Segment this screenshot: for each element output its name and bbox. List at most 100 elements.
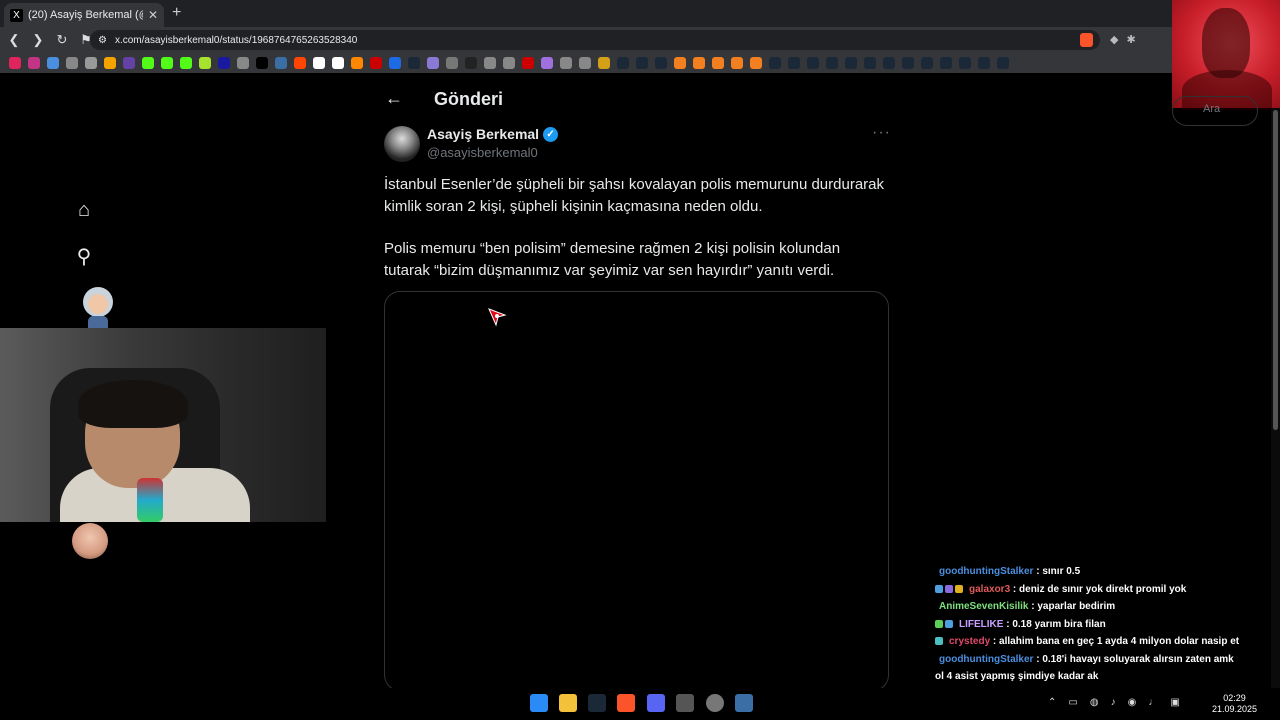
bookmark-favicon-icon[interactable] xyxy=(712,57,724,69)
obs-icon[interactable] xyxy=(706,694,724,712)
network-icon[interactable]: ▣ xyxy=(1170,697,1179,708)
bookmark-favicon-icon[interactable] xyxy=(655,57,667,69)
bookmark-favicon-icon[interactable] xyxy=(503,57,515,69)
chat-username[interactable]: AnimeSevenKisilik xyxy=(939,601,1028,612)
more-options-icon[interactable]: ··· xyxy=(872,124,891,142)
verified-badge-icon: ✓ xyxy=(543,126,559,142)
bookmark-favicon-icon[interactable] xyxy=(142,57,154,69)
bookmark-favicon-icon[interactable] xyxy=(959,57,971,69)
bookmark-favicon-icon[interactable] xyxy=(921,57,933,69)
bookmark-favicon-icon[interactable] xyxy=(199,57,211,69)
bookmark-favicon-icon[interactable] xyxy=(446,57,458,69)
bookmark-favicon-icon[interactable] xyxy=(256,57,268,69)
bookmark-favicon-icon[interactable] xyxy=(9,57,21,69)
bookmark-favicon-icon[interactable] xyxy=(940,57,952,69)
bookmark-favicon-icon[interactable] xyxy=(845,57,857,69)
chat-username[interactable]: goodhuntingStalker xyxy=(939,654,1033,665)
bookmark-favicon-icon[interactable] xyxy=(370,57,382,69)
bookmark-favicon-icon[interactable] xyxy=(484,57,496,69)
bookmark-favicon-icon[interactable] xyxy=(123,57,135,69)
bookmark-favicon-icon[interactable] xyxy=(161,57,173,69)
bookmark-favicon-icon[interactable] xyxy=(275,57,287,69)
url-bar[interactable]: ⚙ x.com/asayisberkemal0/status/196876476… xyxy=(90,30,1100,50)
home-icon[interactable]: ⌂ xyxy=(72,199,96,223)
bookmark-favicon-icon[interactable] xyxy=(28,57,40,69)
reload-icon[interactable]: ↻ xyxy=(52,32,72,48)
bookmark-favicon-icon[interactable] xyxy=(731,57,743,69)
bookmark-favicon-icon[interactable] xyxy=(465,57,477,69)
bookmark-favicon-icon[interactable] xyxy=(408,57,420,69)
browser-tab-active[interactable]: X (20) Asayiş Berkemal (@asayi ✕ xyxy=(4,3,164,27)
bookmark-favicon-icon[interactable] xyxy=(864,57,876,69)
bookmark-favicon-icon[interactable] xyxy=(427,57,439,69)
bookmark-favicon-icon[interactable] xyxy=(560,57,572,69)
chat-username[interactable]: goodhuntingStalker xyxy=(939,566,1033,577)
tweet-video[interactable] xyxy=(384,291,889,691)
author-avatar[interactable] xyxy=(384,126,420,162)
tray-app-icon[interactable]: ◍ xyxy=(1090,697,1099,708)
back-arrow-icon[interactable]: ❮ xyxy=(4,32,24,48)
bookmark-favicon-icon[interactable] xyxy=(788,57,800,69)
bookmark-favicon-icon[interactable] xyxy=(598,57,610,69)
bookmark-favicon-icon[interactable] xyxy=(541,57,553,69)
bookmark-favicon-icon[interactable] xyxy=(997,57,1009,69)
extension-icon[interactable]: ✱ xyxy=(1126,33,1135,46)
chat-username[interactable]: crystedy xyxy=(949,636,990,647)
forward-arrow-icon[interactable]: ❯ xyxy=(28,32,48,48)
search-input[interactable]: Ara xyxy=(1172,96,1258,126)
author-name-text: Asayiş Berkemal xyxy=(427,126,540,142)
bookmark-favicon-icon[interactable] xyxy=(636,57,648,69)
steam-tray-icon[interactable]: ◉ xyxy=(1128,697,1137,708)
bookmark-favicon-icon[interactable] xyxy=(674,57,686,69)
bookmark-favicon-icon[interactable] xyxy=(883,57,895,69)
bookmark-favicon-icon[interactable] xyxy=(617,57,629,69)
back-arrow-icon[interactable]: ← xyxy=(383,88,405,110)
app-icon[interactable] xyxy=(735,694,753,712)
bookmark-favicon-icon[interactable] xyxy=(826,57,838,69)
discord-icon[interactable] xyxy=(647,694,665,712)
overlay-portrait-image xyxy=(1172,0,1280,110)
bookmark-favicon-icon[interactable] xyxy=(313,57,325,69)
brave-shield-icon[interactable] xyxy=(1080,33,1093,47)
bookmark-favicon-icon[interactable] xyxy=(389,57,401,69)
tray-app-icon[interactable]: ▭ xyxy=(1068,697,1077,708)
bookmark-favicon-icon[interactable] xyxy=(47,57,59,69)
bookmark-favicon-icon[interactable] xyxy=(902,57,914,69)
bookmark-favicon-icon[interactable] xyxy=(807,57,819,69)
bookmark-favicon-icon[interactable] xyxy=(294,57,306,69)
new-tab-button[interactable]: + xyxy=(172,4,181,22)
author-display-name[interactable]: Asayiş Berkemal ✓ xyxy=(427,126,559,142)
chat-username[interactable]: LIFELIKE xyxy=(959,619,1003,630)
chevron-up-icon[interactable]: ⌃ xyxy=(1048,697,1056,708)
taskbar-clock[interactable]: 02:29 21.09.2025 xyxy=(1212,693,1257,715)
brave-browser-icon[interactable] xyxy=(617,694,635,712)
bookmark-favicon-icon[interactable] xyxy=(180,57,192,69)
bookmark-favicon-icon[interactable] xyxy=(750,57,762,69)
search-icon[interactable]: ⚲ xyxy=(72,244,96,268)
bookmark-favicon-icon[interactable] xyxy=(769,57,781,69)
chat-username[interactable]: galaxor3 xyxy=(969,584,1010,595)
file-explorer-icon[interactable] xyxy=(559,694,577,712)
bookmark-favicon-icon[interactable] xyxy=(218,57,230,69)
bookmark-favicon-icon[interactable] xyxy=(66,57,78,69)
page-scrollbar[interactable] xyxy=(1271,108,1280,698)
author-handle[interactable]: @asayisberkemal0 xyxy=(427,145,538,160)
system-tray: ⌃ ▭ ◍ ♪ ◉ ♩ ▣ xyxy=(1048,697,1180,708)
bookmark-favicon-icon[interactable] xyxy=(522,57,534,69)
bookmark-favicon-icon[interactable] xyxy=(332,57,344,69)
app-icon[interactable] xyxy=(676,694,694,712)
microphone-icon[interactable]: ♩ xyxy=(1148,697,1158,708)
bookmark-favicon-icon[interactable] xyxy=(579,57,591,69)
tab-close-icon[interactable]: ✕ xyxy=(148,8,158,22)
site-settings-icon[interactable]: ⚙ xyxy=(98,35,107,46)
bookmark-favicon-icon[interactable] xyxy=(351,57,363,69)
bookmark-favicon-icon[interactable] xyxy=(237,57,249,69)
bookmark-favicon-icon[interactable] xyxy=(693,57,705,69)
bookmark-favicon-icon[interactable] xyxy=(978,57,990,69)
bookmark-favicon-icon[interactable] xyxy=(85,57,97,69)
windows-start-icon[interactable] xyxy=(530,694,548,712)
steam-icon[interactable] xyxy=(588,694,606,712)
extension-icon[interactable]: ◆ xyxy=(1110,33,1118,46)
speaker-icon[interactable]: ♪ xyxy=(1111,697,1116,708)
bookmark-favicon-icon[interactable] xyxy=(104,57,116,69)
